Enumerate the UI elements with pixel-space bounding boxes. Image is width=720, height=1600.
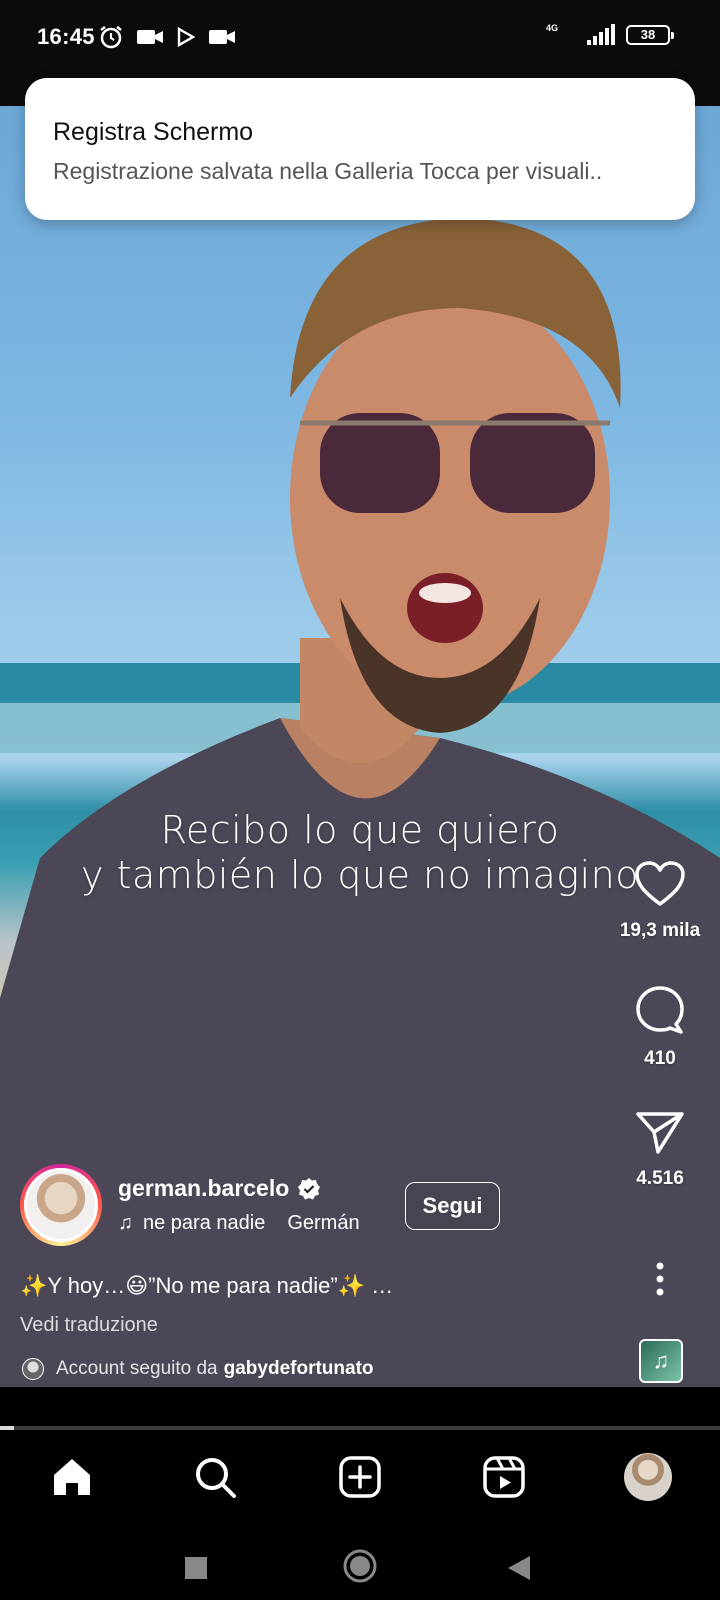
back-triangle-icon — [508, 1556, 530, 1580]
home-system-button[interactable] — [342, 1548, 378, 1584]
system-navigation-bar — [0, 1526, 720, 1600]
nav-search[interactable] — [185, 1452, 245, 1502]
video-camera-icon — [137, 30, 163, 44]
send-icon — [636, 1112, 684, 1154]
search-icon — [196, 1458, 236, 1498]
comment-button[interactable]: 410 — [600, 984, 720, 1070]
more-vertical-icon — [656, 1262, 664, 1296]
home-icon — [54, 1459, 90, 1495]
comment-count: 410 — [644, 1048, 676, 1069]
verified-badge-icon — [298, 1177, 321, 1199]
circle-home-icon — [343, 1549, 377, 1583]
alarm-icon — [100, 26, 122, 49]
reel-actions: 19,3 mila 410 4.516 — [600, 78, 720, 1387]
follower-mini-avatar — [22, 1358, 44, 1380]
music-line[interactable]: ♫ ne para nadie Germán — [118, 1212, 360, 1235]
video-camera-icon-2 — [209, 30, 235, 44]
heart-icon — [635, 861, 685, 906]
more-options-button[interactable] — [600, 1262, 720, 1296]
music-title: ne para nadie — [143, 1212, 266, 1234]
author-row: german.barcelo ♫ ne para nadie Germán — [20, 1164, 360, 1246]
see-translation-link[interactable]: Vedi traduzione — [20, 1314, 158, 1337]
comment-icon — [636, 986, 684, 1034]
create-icon — [339, 1456, 381, 1498]
nav-home[interactable] — [42, 1452, 102, 1502]
battery-indicator: 38 — [626, 25, 674, 45]
like-count: 19,3 mila — [619, 920, 701, 941]
profile-avatar — [624, 1453, 672, 1501]
music-note-icon-small: ♫ — [118, 1212, 133, 1234]
music-artist: Germán — [287, 1212, 360, 1234]
followed-by-user: gabydefortunato — [223, 1358, 374, 1379]
reel-video[interactable]: Recibo lo que quiero y también lo que no… — [0, 78, 720, 1387]
follow-button[interactable]: Segui — [405, 1182, 500, 1230]
back-system-button[interactable] — [506, 1554, 532, 1582]
notification-title: Registra Schermo — [53, 118, 254, 146]
author-username[interactable]: german.barcelo — [118, 1175, 289, 1202]
notification-body: Registrazione salvata nella Galleria Toc… — [53, 158, 603, 184]
recent-apps-button[interactable] — [184, 1556, 208, 1580]
share-button[interactable]: 4.516 — [600, 1108, 720, 1190]
music-note-icon: ♫ — [652, 1348, 670, 1373]
bottom-nav — [0, 1430, 720, 1526]
like-button[interactable]: 19,3 mila — [600, 860, 720, 942]
reels-icon — [483, 1456, 525, 1498]
status-time: 16:45 — [37, 24, 95, 49]
screen-recording-notification[interactable]: Registra Schermo Registrazione salvata n… — [25, 78, 695, 220]
nav-create[interactable] — [330, 1452, 390, 1502]
nav-profile[interactable] — [618, 1452, 678, 1502]
square-icon — [185, 1557, 207, 1579]
audio-thumbnail[interactable]: ♫ — [639, 1339, 683, 1383]
signal-icon — [587, 24, 615, 45]
followed-by-prefix: Account seguito da — [56, 1358, 218, 1379]
share-count: 4.516 — [636, 1168, 684, 1189]
network-type: 4G — [546, 23, 559, 33]
reel-caption[interactable]: ✨Y hoy…😃”No me para nadie”✨ … — [20, 1273, 393, 1299]
status-bar: 16:45 4G 38 — [0, 0, 720, 78]
author-avatar[interactable] — [20, 1164, 102, 1246]
status-icons-left — [98, 24, 236, 50]
play-store-icon — [177, 26, 196, 48]
nav-reels[interactable] — [474, 1452, 534, 1502]
status-right: 4G 38 — [546, 23, 674, 46]
author-text: german.barcelo ♫ ne para nadie Germán — [118, 1175, 360, 1235]
author-name-row: german.barcelo — [118, 1175, 360, 1202]
followed-by-row[interactable]: Account seguito da gabydefortunato — [22, 1358, 374, 1380]
